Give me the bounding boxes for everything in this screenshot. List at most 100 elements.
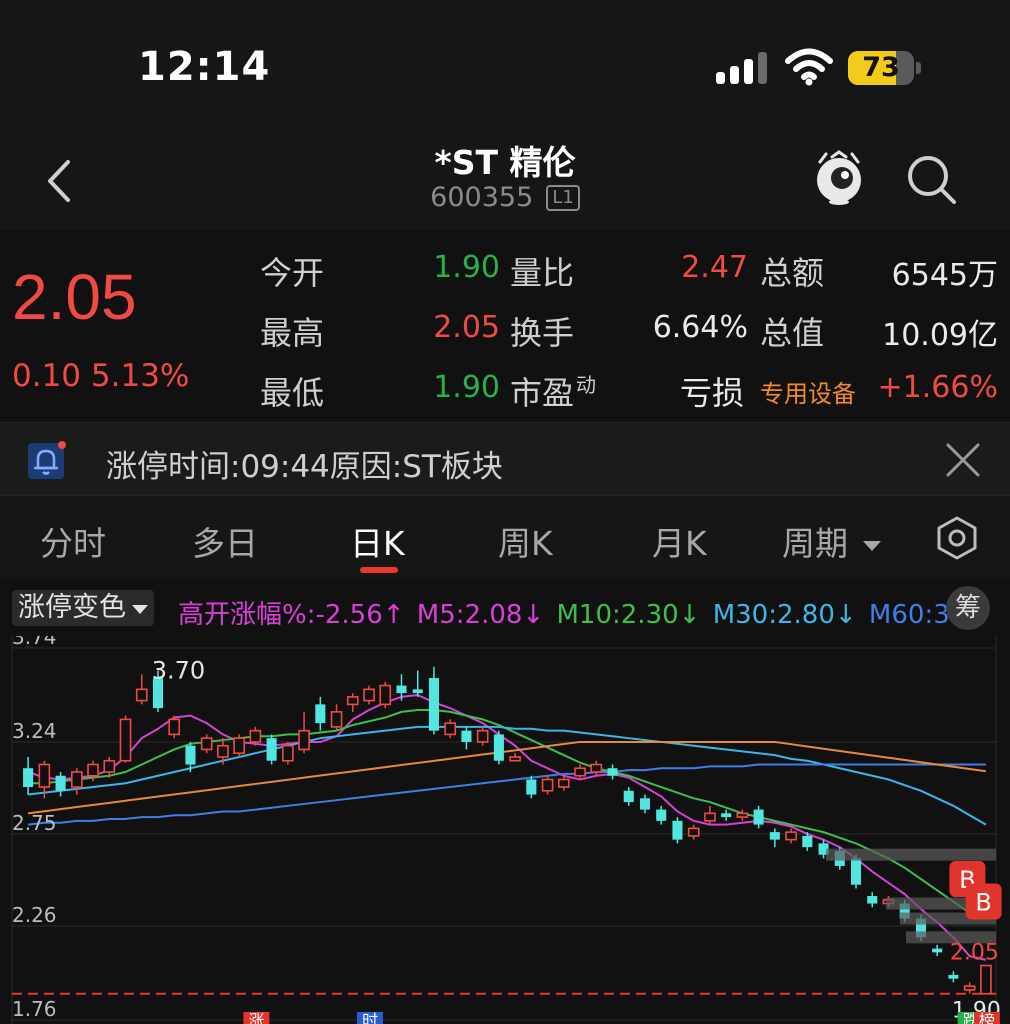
candle <box>428 678 439 731</box>
chip-distribution-button[interactable]: 筹 <box>946 586 990 630</box>
candle <box>980 964 992 995</box>
candle <box>687 827 700 837</box>
battery-indicator: 73 <box>848 51 922 85</box>
candle <box>135 688 148 702</box>
tab-daily-k[interactable]: 日K <box>350 517 405 565</box>
y-tick-label: 3.24 <box>12 719 57 743</box>
tab-period-dropdown[interactable]: 周期 <box>782 517 881 565</box>
candle <box>315 704 326 724</box>
limit-color-label: 涨停变色 <box>18 592 126 623</box>
pe-dynamic-value: 亏损 <box>680 374 745 412</box>
clock: 12:14 <box>138 44 271 90</box>
open-label: 今开 <box>260 254 325 292</box>
sector-change-value[interactable]: +1.66% <box>860 370 998 405</box>
candle <box>704 812 716 822</box>
wifi-icon <box>785 48 833 86</box>
high-label: 最高 <box>260 314 325 352</box>
candle <box>249 729 262 743</box>
candle <box>119 718 132 762</box>
bell-icon <box>28 441 66 479</box>
tab-multi-day[interactable]: 多日 <box>192 517 258 565</box>
low-label: 最低 <box>260 374 325 412</box>
candle <box>590 763 603 773</box>
event-tag-label: 榜 <box>979 1011 995 1024</box>
high-value: 2.05 <box>433 310 500 345</box>
candle <box>639 798 651 810</box>
candle <box>574 767 586 777</box>
close-icon[interactable] <box>944 441 982 479</box>
ma-legend: 高开涨幅%:-2.56↑ M5:2.08↓ M10:2.30↓ M30:2.80… <box>178 594 948 631</box>
ma5-value: M5:2.08↓ <box>416 600 545 630</box>
candle <box>607 768 618 776</box>
candle <box>526 779 537 795</box>
candle <box>721 813 732 818</box>
settings-hexagon-icon[interactable] <box>934 515 980 561</box>
stock-code: 600355 <box>430 182 534 213</box>
candle <box>23 768 34 788</box>
buy-signal-label: B <box>975 889 991 917</box>
candle <box>363 688 375 702</box>
stock-header: *ST 精伦 600355 L1 <box>0 120 1010 230</box>
candle <box>963 985 976 991</box>
chart-period-tabs: 分时 多日 日K 周K 月K 周期 <box>0 497 1010 579</box>
battery-percent: 73 <box>862 52 900 83</box>
candle <box>948 974 959 979</box>
ma10-value: M10:2.30↓ <box>556 600 701 630</box>
search-icon[interactable] <box>904 152 960 208</box>
candle <box>785 831 797 841</box>
candle <box>38 763 51 788</box>
candle <box>557 778 570 788</box>
tab-monthly-k[interactable]: 月K <box>652 517 707 565</box>
volume-ratio-label: 量比 <box>510 254 575 292</box>
candle <box>867 896 878 904</box>
candle <box>623 790 634 803</box>
y-tick-label: 3.74 <box>12 636 57 649</box>
caret-down-icon <box>862 540 881 551</box>
candle <box>444 722 457 736</box>
candle <box>298 729 310 751</box>
candle <box>233 737 245 755</box>
candle <box>55 775 66 791</box>
ma60-value: M60:3.12↓ <box>868 600 948 630</box>
ma30-value: M30:2.80↓ <box>712 600 857 630</box>
candle <box>346 696 359 706</box>
candle <box>266 738 277 761</box>
turnover-rate-value: 6.64% <box>652 310 748 345</box>
chip-bar <box>826 848 996 861</box>
price-change: 0.10 5.13% <box>12 358 189 394</box>
candle <box>87 763 99 777</box>
y-tick-label: 2.75 <box>12 811 57 835</box>
event-tag-label: 时 <box>362 1011 378 1024</box>
assistant-robot-icon[interactable] <box>812 150 866 206</box>
candle <box>656 809 667 821</box>
caret-down-icon <box>132 605 148 614</box>
tab-weekly-k[interactable]: 周K <box>498 517 553 565</box>
pe-dynamic-label: 市盈动 <box>510 373 597 412</box>
active-tab-indicator <box>360 567 398 573</box>
candle <box>412 689 423 694</box>
high-price-label: 3.70 <box>152 657 205 685</box>
volume-ratio-value: 2.47 <box>681 250 748 285</box>
candle <box>476 729 489 743</box>
low-value: 1.90 <box>433 370 500 405</box>
y-tick-label: 2.26 <box>12 903 57 927</box>
sector-link[interactable]: 专用设备 <box>760 374 856 409</box>
tab-intraday[interactable]: 分时 <box>40 517 106 565</box>
turnover-rate-label: 换手 <box>510 314 575 352</box>
limit-up-alert[interactable]: 涨停时间:09:44原因:ST板块 <box>0 422 1010 496</box>
candle <box>168 718 181 736</box>
candle <box>185 745 196 765</box>
candle <box>70 771 83 788</box>
status-bar: 12:14 73 <box>0 0 1010 120</box>
candle <box>379 684 392 706</box>
candle <box>850 858 862 885</box>
candlestick-chart[interactable]: 3.743.242.752.261.763.702.051.90BB涨时跌榜 <box>0 636 1010 1024</box>
cellular-signal-icon <box>716 52 767 84</box>
limit-color-select[interactable]: 涨停变色 <box>12 590 154 626</box>
candle <box>672 820 683 840</box>
event-tag-label: 涨 <box>248 1011 264 1024</box>
change-amount: 0.10 <box>12 358 82 394</box>
candle <box>282 744 294 762</box>
candle <box>932 948 943 953</box>
gap-up-indicator: 高开涨幅%:-2.56↑ <box>178 600 405 630</box>
